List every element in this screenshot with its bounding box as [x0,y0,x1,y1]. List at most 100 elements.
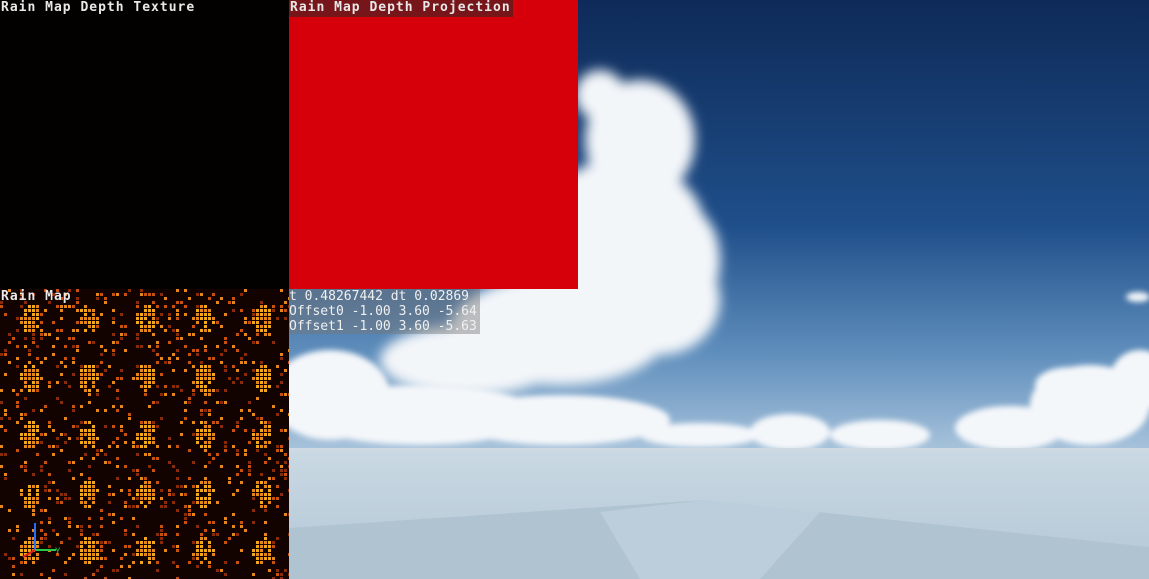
rain-pixel [124,533,127,536]
rain-pixel [180,337,183,340]
rain-pixel [280,381,283,384]
rain-pixel [0,453,3,456]
rain-pixel [92,385,95,388]
rain-pixel [124,333,127,336]
rain-pixel [148,321,151,324]
rain-pixel [224,573,227,576]
rain-pixel [92,457,95,460]
rain-pixel [264,545,267,548]
rain-pixel [200,369,203,372]
rain-pixel [268,477,271,480]
rain-pixel [184,513,187,516]
rain-pixel [204,529,207,532]
rain-pixel [160,313,163,316]
rain-pixel [288,457,289,460]
rain-pixel [256,545,259,548]
rain-pixel [200,497,203,500]
rain-pixel [80,365,83,368]
rain-pixel [60,449,63,452]
rain-pixel [152,373,155,376]
rain-pixel [88,341,91,344]
rain-pixel [32,321,35,324]
rain-pixel [216,345,219,348]
rain-pixel [60,433,63,436]
rain-pixel [256,377,259,380]
offset1-readout: Offset1 -1.00 3.60 -5.63 [289,319,480,334]
rain-pixel [40,573,43,576]
rain-pixel [76,309,79,312]
rain-pixel [232,429,235,432]
rain-pixel [268,377,271,380]
rain-pixel [204,373,207,376]
rain-pixel [140,553,143,556]
rain-pixel [200,361,203,364]
rain-pixel [208,561,211,564]
rain-pixel [24,413,27,416]
rain-pixel [76,301,79,304]
rain-pixel [160,505,163,508]
rain-pixel [168,437,171,440]
rain-pixel [240,329,243,332]
rain-pixel [176,301,179,304]
rain-pixel [256,373,259,376]
rain-pixel [224,541,227,544]
rain-pixel [88,553,91,556]
rain-pixel [28,445,31,448]
rain-pixel [80,549,83,552]
rain-pixel [212,433,215,436]
rain-pixel [100,545,103,548]
rain-pixel [88,537,91,540]
rain-pixel [140,549,143,552]
rain-pixel [92,557,95,560]
rain-pixel [156,321,159,324]
rain-pixel [224,349,227,352]
rain-pixel [192,325,195,328]
rain-pixel [184,289,187,292]
rain-pixel [16,393,19,396]
rain-pixel [160,417,163,420]
rain-pixel [148,325,151,328]
rain-pixel [240,309,243,312]
rain-pixel [88,489,91,492]
rain-pixel [212,553,215,556]
rain-pixel [36,493,39,496]
rain-pixel [48,333,51,336]
rain-pixel [192,513,195,516]
rain-pixel [272,541,275,544]
rain-pixel [160,393,163,396]
rain-pixel [76,329,79,332]
rain-pixel [276,497,279,500]
rain-pixel [152,553,155,556]
rain-pixel [280,373,283,376]
rain-pixel [24,469,27,472]
rain-pixel [92,497,95,500]
rain-pixel [136,453,139,456]
rain-pixel [208,545,211,548]
rain-pixel [68,497,71,500]
rain-pixel [148,493,151,496]
rain-pixel [40,329,43,332]
rain-pixel [264,433,267,436]
rain-pixel [276,317,279,320]
rain-pixel [224,441,227,444]
rain-pixel [136,525,139,528]
rain-pixel [224,561,227,564]
rain-pixel [132,505,135,508]
rain-pixel [16,449,19,452]
rain-pixel [84,429,87,432]
rain-pixel [192,557,195,560]
rain-pixel [4,413,7,416]
rain-pixel [32,437,35,440]
rain-pixel [64,493,67,496]
rain-pixel [40,313,43,316]
rain-pixel [60,309,63,312]
rain-pixel [120,377,123,380]
rain-pixel [140,489,143,492]
rain-pixel [84,305,87,308]
rain-pixel [0,445,3,448]
rain-pixel [28,505,31,508]
rain-pixel [260,361,263,364]
rain-pixel [24,381,27,384]
rain-pixel [36,385,39,388]
rain-pixel [232,493,235,496]
